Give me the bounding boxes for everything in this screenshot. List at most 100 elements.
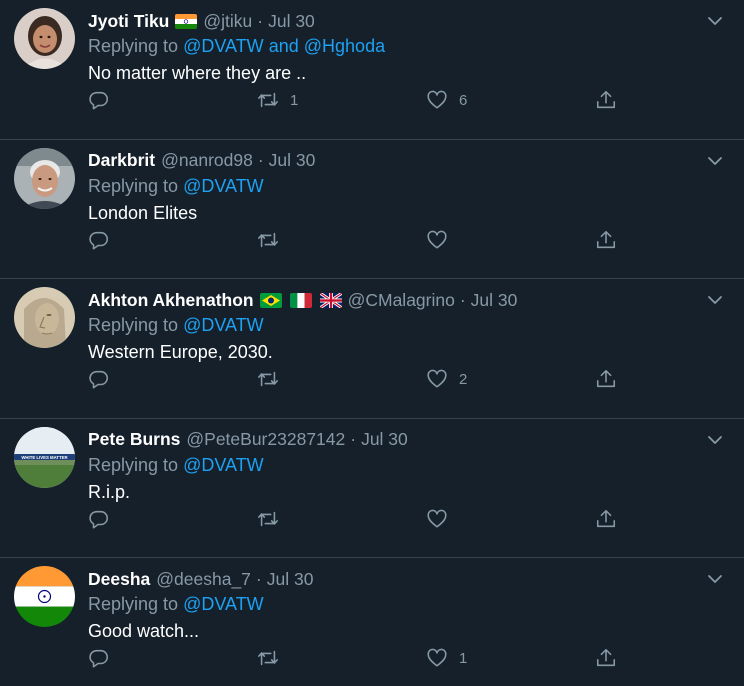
reply-button[interactable] <box>88 366 110 392</box>
reply-icon <box>89 649 109 668</box>
user-handle[interactable]: @jtiku <box>203 11 252 32</box>
heart-icon <box>427 90 447 109</box>
replying-to: Replying to @DVATW and @Hghoda <box>88 36 385 57</box>
tweet[interactable]: WHITE LIVES MATTER Pete Burns @PeteBur23… <box>0 419 744 558</box>
share-button[interactable] <box>595 645 617 671</box>
like-button[interactable] <box>426 227 459 253</box>
share-button[interactable] <box>595 366 617 392</box>
tweet-text: R.i.p. <box>88 481 131 502</box>
like-count: 6 <box>459 91 468 109</box>
like-button[interactable]: 2 <box>426 366 467 392</box>
reply-button[interactable] <box>88 506 110 532</box>
replying-prefix: Replying to <box>88 36 179 56</box>
share-button[interactable] <box>595 87 617 113</box>
tweet[interactable]: Deesha @deesha_7 · Jul 30 Replying to @D… <box>0 558 744 686</box>
like-button[interactable]: 6 <box>426 87 467 113</box>
tweet-actions: 1 <box>88 645 628 671</box>
tweet[interactable]: Darkbrit @nanrod98 · Jul 30 Replying to … <box>0 140 744 279</box>
tweet-header: Deesha @deesha_7 · Jul 30 <box>88 567 684 591</box>
chevron-down-icon[interactable] <box>706 152 724 170</box>
retweet-button[interactable] <box>257 227 290 253</box>
reply-icon <box>89 231 109 249</box>
timestamp[interactable]: Jul 30 <box>471 290 518 311</box>
retweet-count: 1 <box>290 91 299 109</box>
tweet-actions: 1 6 <box>88 87 628 113</box>
tweet-actions <box>88 227 628 253</box>
user-handle[interactable]: @PeteBur23287142 <box>186 429 345 450</box>
display-name[interactable]: Pete Burns <box>88 429 180 450</box>
mention-link[interactable]: @Hghoda <box>304 36 385 56</box>
tweet-header: Darkbrit @nanrod98 · Jul 30 <box>88 149 684 173</box>
heart-icon <box>427 369 447 388</box>
replying-to: Replying to @DVATW <box>88 455 264 476</box>
reply-thread: Jyoti Tiku @jtiku · Jul 30 Replying to @… <box>0 0 744 686</box>
tweet-header: Akhton Akhenathon @CMalagrino · Jul 30 <box>88 288 684 312</box>
retweet-button[interactable] <box>257 366 290 392</box>
timestamp[interactable]: Jul 30 <box>267 569 314 590</box>
display-name[interactable]: Jyoti Tiku <box>88 11 169 32</box>
mention-link[interactable]: @DVATW <box>183 176 264 196</box>
replying-joiner[interactable]: and <box>269 36 299 56</box>
display-name[interactable]: Darkbrit <box>88 150 155 171</box>
retweet-button[interactable] <box>257 506 290 532</box>
avatar[interactable] <box>14 566 75 627</box>
like-count: 1 <box>459 649 468 667</box>
user-handle[interactable]: @nanrod98 <box>161 150 253 171</box>
separator: · <box>459 289 466 310</box>
like-button[interactable] <box>426 506 459 532</box>
mention-link[interactable]: @DVATW <box>183 315 264 335</box>
tweet-header: Jyoti Tiku @jtiku · Jul 30 <box>88 9 684 33</box>
mention-link[interactable]: @DVATW <box>183 36 264 56</box>
retweet-button[interactable]: 1 <box>257 87 298 113</box>
avatar[interactable] <box>14 8 75 69</box>
replying-to: Replying to @DVATW <box>88 594 264 615</box>
share-icon <box>596 90 616 109</box>
timestamp[interactable]: Jul 30 <box>269 150 316 171</box>
india-flag-icon <box>175 13 198 29</box>
user-handle[interactable]: @CMalagrino <box>348 290 455 311</box>
display-name[interactable]: Deesha <box>88 569 150 590</box>
chevron-down-icon[interactable] <box>706 291 724 309</box>
retweet-button[interactable] <box>257 645 290 671</box>
like-button[interactable]: 1 <box>426 645 467 671</box>
tweet[interactable]: Jyoti Tiku @jtiku · Jul 30 Replying to @… <box>0 0 744 140</box>
reply-button[interactable] <box>88 227 110 253</box>
heart-icon <box>427 230 447 249</box>
display-name[interactable]: Akhton Akhenathon <box>88 290 254 311</box>
timestamp[interactable]: Jul 30 <box>361 429 408 450</box>
avatar[interactable] <box>14 287 75 348</box>
tweet-text: Good watch... <box>88 621 200 641</box>
separator: · <box>257 150 264 170</box>
heart-icon <box>427 509 447 528</box>
share-icon <box>596 230 616 248</box>
mention-link[interactable]: @DVATW <box>183 455 264 475</box>
reply-button[interactable] <box>88 645 110 671</box>
flag-emojis <box>259 292 342 308</box>
retweet-icon <box>258 511 278 526</box>
chevron-down-icon[interactable] <box>706 431 724 449</box>
share-button[interactable] <box>595 227 617 253</box>
retweet-icon <box>258 92 278 108</box>
tweet-actions <box>88 506 628 532</box>
timestamp[interactable]: Jul 30 <box>268 11 315 32</box>
replying-to: Replying to @DVATW <box>88 176 264 197</box>
separator: · <box>257 10 264 31</box>
avatar[interactable] <box>14 147 75 209</box>
chevron-down-icon[interactable] <box>706 12 724 30</box>
user-handle[interactable]: @deesha_7 <box>156 569 251 590</box>
reply-button[interactable] <box>88 87 110 113</box>
uk-flag-icon <box>319 292 342 308</box>
italy-flag-icon <box>289 292 312 308</box>
share-button[interactable] <box>595 506 617 532</box>
retweet-icon <box>258 371 278 387</box>
tweet[interactable]: Akhton Akhenathon @CMalagrino · Jul 30 R… <box>0 279 744 419</box>
tweet-text: No matter where they are .. <box>88 63 307 83</box>
tweet-text: Western Europe, 2030. <box>88 342 273 362</box>
mention-link[interactable]: @DVATW <box>183 594 264 614</box>
separator: · <box>350 429 357 449</box>
chevron-down-icon[interactable] <box>706 570 724 588</box>
heart-icon <box>427 648 447 667</box>
avatar-banner-text: WHITE LIVES MATTER <box>21 454 68 459</box>
avatar[interactable]: WHITE LIVES MATTER <box>14 426 75 488</box>
share-icon <box>596 509 616 527</box>
